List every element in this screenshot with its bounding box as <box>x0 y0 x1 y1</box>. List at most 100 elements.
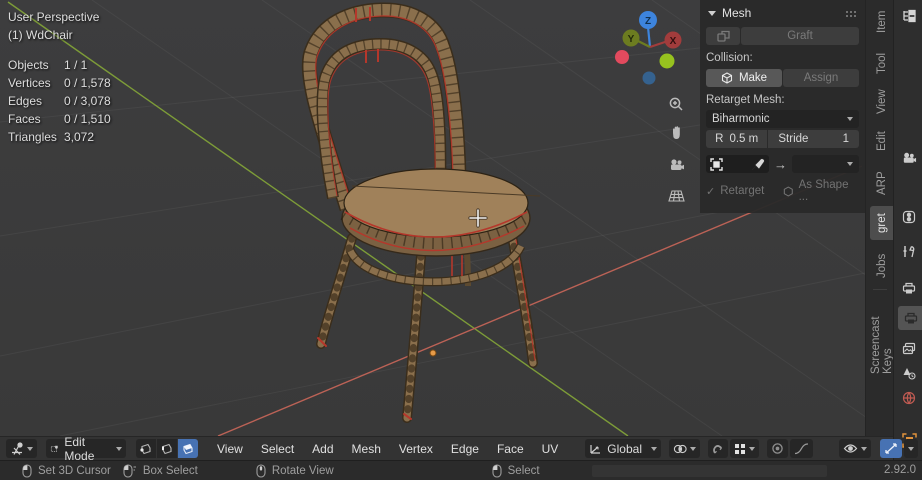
menu-face[interactable]: Face <box>494 442 527 456</box>
snap-toggle-button[interactable] <box>707 439 728 458</box>
output-properties-icon[interactable] <box>897 276 921 300</box>
graft-button[interactable]: Graft <box>741 27 859 45</box>
menu-vertex[interactable]: Vertex <box>396 442 436 456</box>
gizmo-toggle-button[interactable] <box>879 439 902 458</box>
n-panel-mesh: Mesh Graft Collision: Make Assign Retarg… <box>700 0 865 213</box>
collision-assign-button[interactable]: Assign <box>783 69 859 87</box>
graft-icon-button[interactable] <box>706 27 740 45</box>
target-dropdown[interactable] <box>792 155 859 173</box>
mouse-lmb-icon <box>22 463 32 478</box>
blender-version: 2.92.0 <box>884 464 916 476</box>
ortho-grid-icon[interactable] <box>665 185 687 207</box>
hint-box-select: Box Select <box>123 463 198 478</box>
stride-field[interactable]: Stride 1 <box>768 130 859 148</box>
gizmo-dropdown[interactable] <box>903 439 918 458</box>
proportional-editing-button[interactable] <box>766 439 788 458</box>
pivot-point-dropdown[interactable] <box>668 439 700 458</box>
chevron-down-icon <box>860 446 867 451</box>
editor-type-icon <box>12 442 23 455</box>
eyedropper-icon[interactable] <box>751 157 765 171</box>
tab-edit[interactable]: Edit <box>870 126 893 156</box>
active-properties-tab-icon[interactable] <box>898 306 922 330</box>
tab-tool[interactable]: Tool <box>870 48 893 78</box>
collision-label: Collision: <box>706 52 753 64</box>
menu-view[interactable]: View <box>214 442 246 456</box>
gizmo-z-neg-ball[interactable] <box>642 71 656 85</box>
falloff-curve-icon <box>794 442 809 454</box>
menu-edge[interactable]: Edge <box>448 442 482 456</box>
chevron-down-icon <box>27 446 33 451</box>
hint-rotate-view: Rotate View <box>256 463 334 478</box>
mouse-mmb-icon <box>256 463 266 478</box>
face-select-button[interactable] <box>178 439 199 458</box>
collision-make-button[interactable]: Make <box>706 69 782 87</box>
tab-screencast-keys[interactable]: Screencast Keys <box>870 294 893 378</box>
menu-select[interactable]: Select <box>258 442 297 456</box>
viewport-header: Edit Mode View Select Add Mesh Vertex Ed… <box>0 435 918 463</box>
tab-arp[interactable]: ARP <box>870 166 893 200</box>
falloff-dropdown[interactable] <box>789 439 813 458</box>
view-layer-icon[interactable] <box>897 336 921 360</box>
world-properties-icon[interactable] <box>897 386 921 410</box>
chevron-down-icon <box>650 446 657 451</box>
zoom-icon[interactable] <box>665 93 687 115</box>
tab-view[interactable]: View <box>870 86 893 118</box>
outliner-icon[interactable] <box>897 4 921 28</box>
panel-title: Mesh <box>722 6 752 20</box>
retarget-checkbox[interactable]: ✓ Retarget <box>706 185 782 198</box>
hint-select: Select <box>492 463 540 478</box>
tab-jobs[interactable]: Jobs <box>870 250 893 282</box>
mode-dropdown[interactable]: Edit Mode <box>46 435 127 463</box>
menu-uv[interactable]: UV <box>539 442 562 456</box>
render-properties-icon[interactable] <box>897 205 921 229</box>
proportional-icon <box>772 443 783 454</box>
vertex-select-button[interactable] <box>136 439 157 458</box>
gizmo-y-neg-ball[interactable] <box>659 53 675 69</box>
source-object-field[interactable] <box>706 155 769 173</box>
gizmo-x-neg-ball[interactable] <box>615 50 629 64</box>
retarget-method-dropdown[interactable]: Biharmonic <box>706 110 859 128</box>
active-object-name: (1) WdChair <box>8 28 73 42</box>
pan-hand-icon[interactable] <box>666 122 688 144</box>
blender-window: User Perspective (1) WdChair Objects 1 / … <box>0 0 922 480</box>
drag-handle-icon[interactable] <box>845 9 857 17</box>
transform-orientation-dropdown[interactable]: Global <box>585 439 661 458</box>
object-origin-dot <box>429 349 437 357</box>
retarget-mesh-label: Retarget Mesh: <box>706 94 785 106</box>
snap-with-dropdown[interactable] <box>729 439 759 458</box>
tab-gret[interactable]: gret <box>870 206 893 240</box>
gizmo-z-label: Z <box>645 16 651 27</box>
menu-mesh[interactable]: Mesh <box>349 442 384 456</box>
chevron-down-icon <box>748 446 755 451</box>
stat-row: Triangles 3,072 <box>8 130 95 144</box>
shape-cube-icon <box>783 185 793 197</box>
render-camera-icon[interactable] <box>897 146 921 170</box>
tool-properties-icon[interactable] <box>897 240 921 264</box>
stat-row: Vertices 0 / 1,578 <box>8 76 111 90</box>
navigation-gizmo[interactable]: Z Y X <box>612 2 698 96</box>
menu-add[interactable]: Add <box>309 442 336 456</box>
edge-select-button[interactable] <box>157 439 178 458</box>
chevron-down-icon <box>907 446 914 451</box>
orientation-label: Global <box>607 441 642 456</box>
tab-item[interactable]: Item <box>870 6 893 38</box>
tab-divider <box>873 289 887 290</box>
snap-grid-icon <box>734 443 745 454</box>
gizmo-x-label: X <box>670 36 677 47</box>
editor-type-button[interactable] <box>6 439 37 458</box>
radius-field[interactable]: R 0.5 m <box>706 130 768 148</box>
chevron-down-icon <box>847 117 853 121</box>
as-shape-checkbox[interactable]: As Shape ... <box>783 179 859 203</box>
properties-tab-strip <box>893 0 922 460</box>
visibility-dropdown[interactable] <box>838 439 871 458</box>
mouse-lmb-icon <box>492 463 502 478</box>
collapse-triangle-icon[interactable] <box>708 10 716 16</box>
camera-view-icon[interactable] <box>665 154 687 176</box>
scene-properties-icon[interactable] <box>897 361 921 385</box>
mouse-drag-icon <box>123 463 136 478</box>
mesh-panel-header[interactable]: Mesh <box>706 4 859 22</box>
3d-viewport[interactable]: User Perspective (1) WdChair Objects 1 / … <box>0 0 893 436</box>
magnet-icon <box>713 444 723 453</box>
pivot-icon <box>673 444 687 453</box>
stat-row: Faces 0 / 1,510 <box>8 112 111 126</box>
